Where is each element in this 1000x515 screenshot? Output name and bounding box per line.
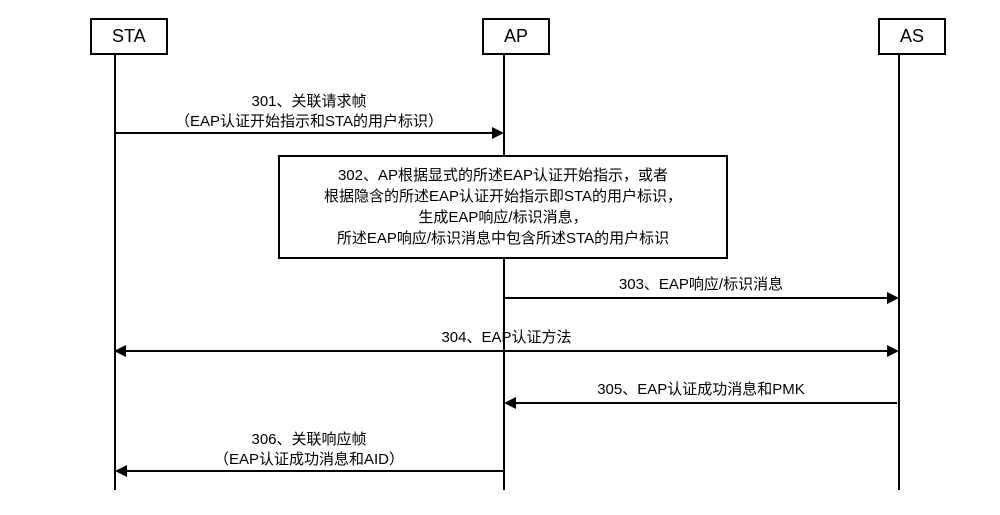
msg-304-label: 304、EAP认证方法 (115, 328, 898, 348)
arrow-304 (116, 350, 897, 352)
msg-303-label: 303、EAP响应/标识消息 (505, 275, 897, 295)
arrow-301 (115, 132, 502, 134)
msg-305-label: 305、EAP认证成功消息和PMK (505, 380, 897, 400)
msg-301-title: 301、关联请求帧 (115, 92, 503, 112)
process-302-line1: 302、AP根据显式的所述EAP认证开始指示，或者 (290, 165, 716, 186)
lifeline-as (898, 54, 900, 490)
msg-301-label: 301、关联请求帧 （EAP认证开始指示和STA的用户标识） (115, 92, 503, 131)
msg-301-sub: （EAP认证开始指示和STA的用户标识） (115, 112, 503, 132)
msg-306-label: 306、关联响应帧 （EAP认证成功消息和AID） (115, 430, 503, 469)
lifeline-ap (503, 54, 505, 490)
arrow-303 (505, 297, 897, 299)
process-302: 302、AP根据显式的所述EAP认证开始指示，或者 根据隐含的所述EAP认证开始… (278, 155, 728, 259)
participant-as: AS (878, 18, 946, 55)
participant-ap: AP (482, 18, 550, 55)
participant-sta: STA (90, 18, 168, 55)
sequence-diagram: STA AP AS 301、关联请求帧 （EAP认证开始指示和STA的用户标识）… (0, 0, 1000, 515)
arrow-306 (117, 470, 503, 472)
msg-306-sub: （EAP认证成功消息和AID） (115, 450, 503, 470)
msg-306-title: 306、关联响应帧 (115, 430, 503, 450)
arrow-305 (506, 402, 897, 404)
process-302-line2: 根据隐含的所述EAP认证开始指示即STA的用户标识， (290, 186, 716, 207)
process-302-line4: 所述EAP响应/标识消息中包含所述STA的用户标识 (290, 228, 716, 249)
process-302-line3: 生成EAP响应/标识消息， (290, 207, 716, 228)
